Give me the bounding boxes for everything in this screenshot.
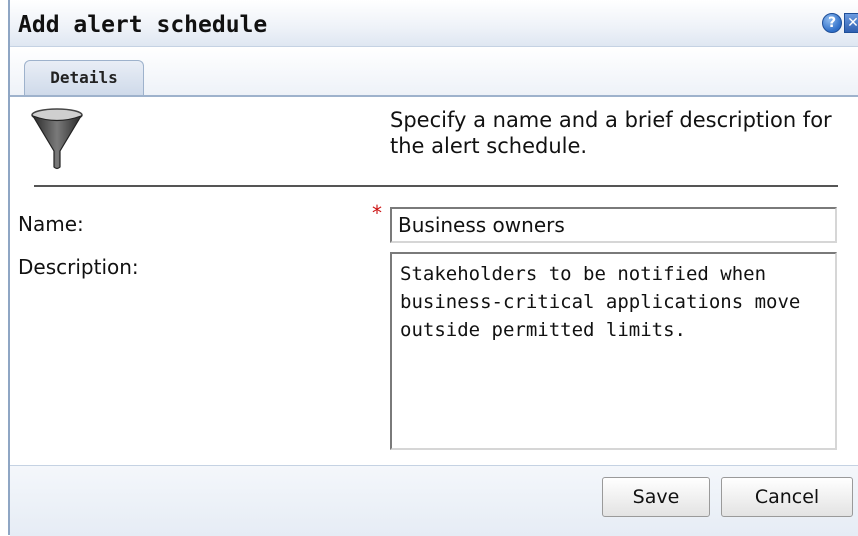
section-divider	[34, 185, 838, 187]
dialog-footer: Save Cancel	[10, 465, 858, 536]
alert-schedule-dialog: Add alert schedule ? ✕ Details Specify a…	[8, 0, 858, 536]
name-input[interactable]	[390, 207, 837, 243]
dialog-title: Add alert schedule	[18, 12, 268, 38]
details-panel: Specify a name and a brief description f…	[10, 97, 858, 465]
tab-details[interactable]: Details	[24, 60, 144, 95]
help-icon[interactable]: ?	[822, 13, 842, 33]
dialog-titlebar[interactable]: Add alert schedule ? ✕	[10, 0, 858, 47]
description-label: Description:	[18, 255, 139, 279]
cancel-button[interactable]: Cancel	[721, 477, 853, 517]
close-icon[interactable]: ✕	[844, 13, 858, 33]
save-button[interactable]: Save	[602, 477, 710, 517]
tab-strip: Details	[10, 47, 858, 97]
required-marker: *	[372, 201, 382, 225]
name-label: Name:	[18, 212, 84, 236]
intro-text: Specify a name and a brief description f…	[390, 108, 832, 158]
description-textarea[interactable]: Stakeholders to be notified when busines…	[390, 252, 837, 450]
filter-funnel-icon	[31, 108, 83, 170]
